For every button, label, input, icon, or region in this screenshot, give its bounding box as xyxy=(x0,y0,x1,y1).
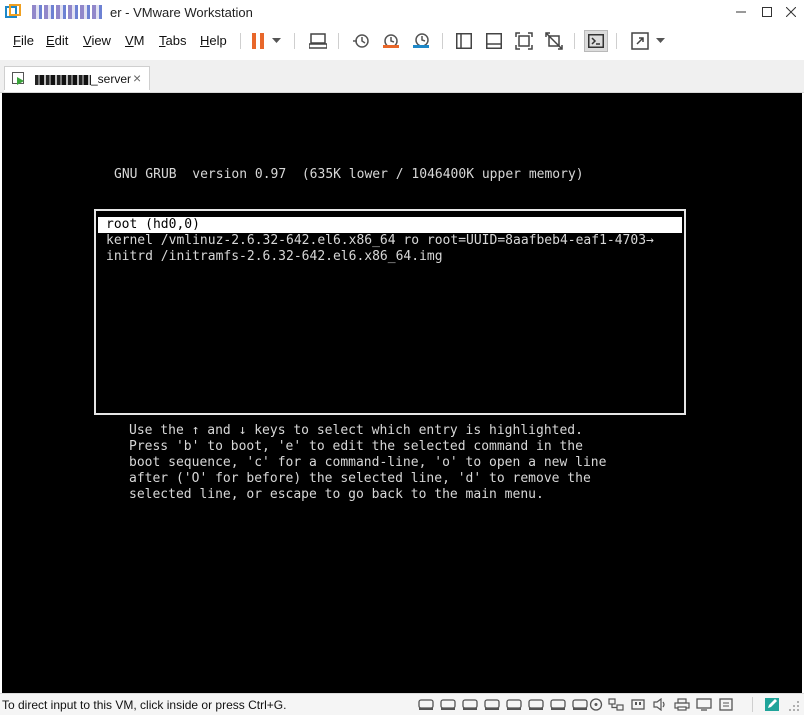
menu-file-label: ile xyxy=(20,33,34,48)
grub-help-line: selected line, or escape to go back to t… xyxy=(129,487,544,502)
toolbar-separator xyxy=(574,33,575,49)
menu-tabs-label: abs xyxy=(165,33,187,48)
menu-view[interactable]: View xyxy=(83,33,111,48)
menu-vm[interactable]: VM xyxy=(125,33,145,48)
power-dropdown[interactable] xyxy=(268,30,284,52)
grub-entry[interactable]: initrd /initramfs-2.6.32-642.el6.x86_64.… xyxy=(98,249,682,265)
thumbnail-bar-button[interactable] xyxy=(482,30,506,52)
show-library-button[interactable] xyxy=(452,30,476,52)
usb-icon[interactable] xyxy=(630,698,646,711)
minimize-button[interactable] xyxy=(728,0,754,24)
stretch-guest-button[interactable] xyxy=(628,30,652,52)
stretch-dropdown[interactable] xyxy=(652,30,668,52)
hard-disk-icon[interactable] xyxy=(550,698,566,711)
toolbar-separator xyxy=(616,33,617,49)
maximize-icon xyxy=(762,7,772,17)
snapshot-manager-button[interactable] xyxy=(409,30,433,52)
redacted-tab-name xyxy=(35,75,91,85)
snapshot-icon xyxy=(353,34,369,48)
status-message: To direct input to this VM, click inside… xyxy=(2,698,287,712)
menu-tabs[interactable]: Tabs xyxy=(159,33,186,48)
revert-snapshot-icon xyxy=(383,34,399,48)
close-icon xyxy=(786,7,796,17)
send-ctrl-alt-del-button[interactable] xyxy=(306,30,330,52)
full-screen-icon xyxy=(515,32,533,50)
show-library-icon xyxy=(456,33,472,49)
vm-tab[interactable]: _server × xyxy=(4,66,150,92)
menu-vm-accel: V xyxy=(125,33,134,48)
pause-button[interactable] xyxy=(246,30,270,52)
grub-header: GNU GRUB version 0.97 (635K lower / 1046… xyxy=(114,167,584,182)
menu-toolbar: File Edit View VM Tabs Help xyxy=(0,26,804,56)
menu-help-accel: H xyxy=(200,33,210,48)
menu-file[interactable]: File xyxy=(13,33,34,48)
hard-disk-icon[interactable] xyxy=(462,698,478,711)
grub-help-line: boot sequence, 'c' for a command-line, '… xyxy=(129,455,607,470)
menu-edit-accel: E xyxy=(46,33,55,48)
hard-disk-icon[interactable] xyxy=(528,698,544,711)
window-title: er - VMware Workstation xyxy=(110,5,253,20)
revert-snapshot-button[interactable] xyxy=(379,30,403,52)
menu-help-label: elp xyxy=(209,33,227,48)
snapshot-manager-icon xyxy=(413,33,429,48)
minimize-icon xyxy=(736,11,746,13)
console-view-icon xyxy=(588,34,604,48)
printer-icon[interactable] xyxy=(674,698,690,711)
vm-console[interactable]: GNU GRUB version 0.97 (635K lower / 1046… xyxy=(2,93,802,693)
status-bar: To direct input to this VM, click inside… xyxy=(0,693,804,715)
grub-help-line: after ('O' for before) the selected line… xyxy=(129,471,591,486)
grub-entry-selected[interactable]: root (hd0,0) xyxy=(98,217,682,233)
network-adapter-icon[interactable] xyxy=(608,698,624,711)
title-bar: er - VMware Workstation xyxy=(0,0,804,26)
tab-close-icon[interactable]: × xyxy=(133,70,141,86)
menu-edit[interactable]: Edit xyxy=(46,33,68,48)
menu-help[interactable]: Help xyxy=(200,33,227,48)
unity-button[interactable] xyxy=(542,30,566,52)
status-separator xyxy=(752,697,753,712)
tab-label: _server xyxy=(91,72,132,86)
pause-icon xyxy=(252,33,264,49)
menu-vm-label: M xyxy=(133,33,145,48)
menu-file-accel: F xyxy=(13,33,21,48)
hard-disk-icon[interactable] xyxy=(484,698,500,711)
menu-view-label: iew xyxy=(91,33,111,48)
stretch-guest-icon xyxy=(631,32,649,50)
cd-rom-icon[interactable] xyxy=(588,698,604,711)
take-snapshot-button[interactable] xyxy=(349,30,373,52)
hard-disk-icon[interactable] xyxy=(418,698,434,711)
tab-active-indicator xyxy=(4,90,150,92)
toolbar-separator xyxy=(442,33,443,49)
thumbnail-bar-icon xyxy=(486,33,502,49)
hard-disk-icon[interactable] xyxy=(506,698,522,711)
maximize-button[interactable] xyxy=(754,0,780,24)
console-view-button[interactable] xyxy=(584,30,608,52)
notes-icon[interactable] xyxy=(764,697,780,712)
message-log-icon[interactable] xyxy=(718,698,734,711)
display-icon[interactable] xyxy=(696,698,712,711)
send-ctrl-alt-del-icon xyxy=(309,33,327,49)
unity-icon xyxy=(545,32,563,50)
dropdown-arrow-icon xyxy=(271,38,281,43)
redacted-vm-name xyxy=(32,5,104,19)
full-screen-button[interactable] xyxy=(512,30,536,52)
grub-entry[interactable]: kernel /vmlinuz-2.6.32-642.el6.x86_64 ro… xyxy=(98,233,682,249)
vmware-app-icon xyxy=(5,4,21,18)
vm-running-icon xyxy=(12,72,24,85)
grub-help-line: Use the ↑ and ↓ keys to select which ent… xyxy=(129,423,583,438)
toolbar-separator xyxy=(338,33,339,49)
toolbar-separator xyxy=(294,33,295,49)
hard-disk-icon[interactable] xyxy=(572,698,588,711)
close-button[interactable] xyxy=(778,0,804,24)
sound-card-icon[interactable] xyxy=(652,698,668,711)
toolbar-separator xyxy=(240,33,241,49)
dropdown-arrow-icon xyxy=(655,38,665,43)
menu-edit-label: dit xyxy=(54,33,69,48)
resize-grip-icon[interactable] xyxy=(788,700,800,712)
grub-menu-box: root (hd0,0) kernel /vmlinuz-2.6.32-642.… xyxy=(94,209,686,415)
tab-strip: _server × xyxy=(0,60,804,93)
hard-disk-icon[interactable] xyxy=(440,698,456,711)
grub-help-line: Press 'b' to boot, 'e' to edit the selec… xyxy=(129,439,583,454)
